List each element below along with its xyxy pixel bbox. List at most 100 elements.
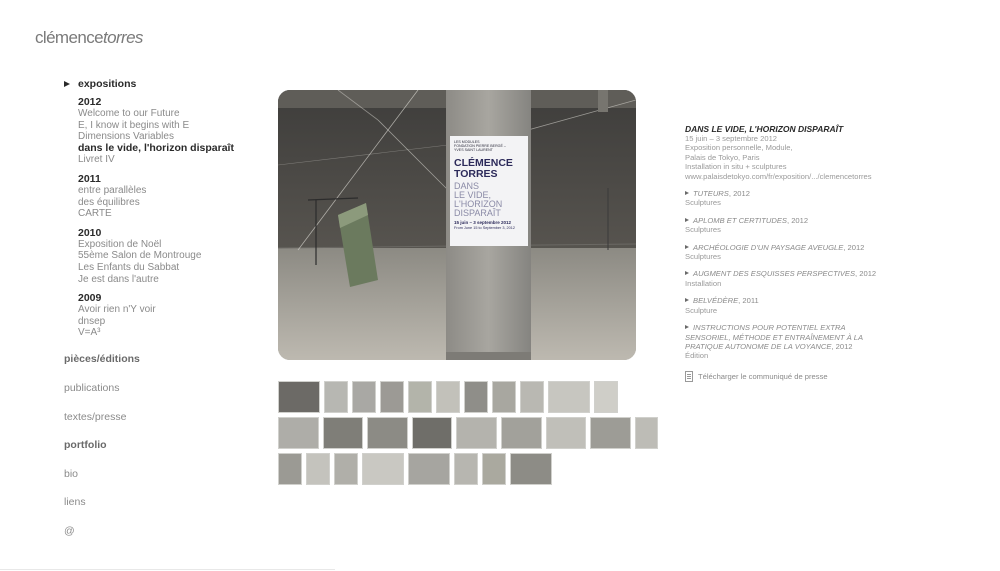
work-title: BELVÉDÈRE, 2011	[685, 296, 890, 305]
work-type: Sculptures	[685, 225, 721, 235]
thumbnail[interactable]	[334, 453, 358, 485]
download-press-release[interactable]: Télécharger le communiqué de presse	[685, 370, 890, 382]
exhibition-link[interactable]: entre parallèles	[78, 185, 264, 197]
menu-item[interactable]: publications	[64, 382, 119, 394]
year-list: 2012 Welcome to our Future E, I know it be…	[78, 96, 264, 339]
exhibition-info: 15 juin – 3 septembre 2012 Exposition per…	[685, 134, 890, 181]
work-name: ARCHÉOLOGIE D'UN PAYSAGE AVEUGLE	[693, 242, 844, 252]
info-line: Installation in situ + sculptures	[685, 162, 787, 172]
works-list: TUTEURS, 2012 Sculptures APLOMB ET CERTITU…	[685, 189, 890, 361]
work-item[interactable]: ARCHÉOLOGIE D'UN PAYSAGE AVEUGLE, 2012 Sc…	[685, 243, 890, 262]
triangle-right-icon	[685, 325, 689, 330]
exhibition-poster: LES MODULES FONDATION PIERRE BERGÉ – YVE…	[454, 140, 515, 231]
thumbnail[interactable]	[352, 381, 376, 413]
year-block-2010: 2010 Exposition de Noël 55ème Salon de Mon…	[78, 227, 264, 285]
thumbnail[interactable]	[408, 381, 432, 413]
exhibition-link[interactable]: V=A³	[78, 327, 264, 339]
work-year: , 2012	[786, 215, 809, 225]
exhibition-nav: expositions 2012 Welcome to our Future E, …	[64, 77, 264, 346]
menu-item[interactable]: portfolio	[64, 439, 107, 451]
year-heading: 2010	[78, 226, 102, 239]
work-name: BELVÉDÈRE	[693, 296, 739, 306]
thumbnail[interactable]	[324, 381, 348, 413]
exhibition-link[interactable]: E, I know it begins with E	[78, 120, 264, 132]
thumbnail[interactable]	[492, 381, 516, 413]
site-logo[interactable]: clémencetorres	[35, 28, 143, 48]
year-block-2012: 2012 Welcome to our Future E, I know it be…	[78, 96, 264, 166]
thumbnail[interactable]	[367, 417, 408, 449]
work-type: Installation	[685, 278, 722, 288]
footer-divider	[0, 569, 335, 570]
year-block-2011: 2011 entre parallèles des équilibres CARTE	[78, 173, 264, 220]
exhibition-link[interactable]: dans le vide, l'horizon disparaît	[78, 142, 264, 155]
thumbnail[interactable]	[548, 381, 590, 413]
work-year: , 2012	[728, 189, 750, 199]
menu-item[interactable]: textes/presse	[64, 411, 126, 423]
menu-item[interactable]: pièces/éditions	[64, 353, 140, 365]
exhibition-link[interactable]: CARTE	[78, 208, 264, 220]
thumbnail[interactable]	[500, 417, 542, 449]
exhibition-link[interactable]: Exposition de Noël	[78, 239, 264, 251]
exhibition-link[interactable]: Je est dans l'autre	[78, 274, 264, 286]
exhibition-link[interactable]: Avoir rien n'Y voir	[78, 304, 264, 316]
triangle-right-icon	[685, 271, 689, 276]
thumbnail[interactable]	[510, 453, 552, 485]
exhibition-link[interactable]: 55ème Salon de Montrouge	[78, 250, 264, 262]
work-item[interactable]: AUGMENT DES ESQUISSES PERSPECTIVES, 2012…	[685, 269, 890, 288]
work-title: AUGMENT DES ESQUISSES PERSPECTIVES, 2012	[685, 269, 890, 278]
year-heading: 2009	[78, 292, 102, 305]
thumbnail[interactable]	[634, 417, 658, 449]
menu-item[interactable]: bio	[64, 468, 78, 480]
year-heading: 2012	[78, 96, 102, 108]
thumbnail[interactable]	[278, 453, 302, 485]
exhibition-title: DANS LE VIDE, L'HORIZON DISPARAÎT	[685, 124, 844, 134]
exhibition-details: DANS LE VIDE, L'HORIZON DISPARAÎT 15 jui…	[685, 124, 890, 382]
work-year: , 2011	[738, 296, 759, 306]
thumbnail[interactable]	[520, 381, 544, 413]
exhibition-link[interactable]: Welcome to our Future	[78, 108, 264, 120]
work-title: INSTRUCTIONS POUR POTENTIEL EXTRA SENSOR…	[685, 323, 890, 351]
work-name: TUTEURS	[693, 189, 729, 199]
work-type: Sculptures	[685, 198, 721, 208]
exhibition-link[interactable]: des équilibres	[78, 197, 264, 209]
thumbnail[interactable]	[545, 417, 587, 449]
thumbnail[interactable]	[408, 453, 450, 485]
thumbnail[interactable]	[278, 381, 320, 413]
work-title: ARCHÉOLOGIE D'UN PAYSAGE AVEUGLE, 2012	[685, 243, 890, 252]
triangle-right-icon	[685, 217, 689, 222]
thumbnail[interactable]	[454, 453, 478, 485]
thumbnail[interactable]	[456, 417, 497, 449]
nav-section-expositions[interactable]: expositions	[64, 77, 264, 91]
thumbnail[interactable]	[464, 381, 488, 413]
exhibition-photo[interactable]: LES MODULES FONDATION PIERRE BERGÉ – YVE…	[278, 90, 636, 360]
work-type: Sculpture	[685, 305, 718, 315]
work-item[interactable]: INSTRUCTIONS POUR POTENTIEL EXTRA SENSOR…	[685, 323, 890, 361]
triangle-right-icon	[685, 298, 689, 303]
exhibition-link[interactable]: Les Enfants du Sabbat	[78, 262, 264, 274]
thumbnail[interactable]	[278, 417, 319, 449]
info-line: Palais de Tokyo, Paris	[685, 152, 760, 162]
thumbnail[interactable]	[362, 453, 404, 485]
exhibition-link[interactable]: dnsep	[78, 316, 264, 328]
work-item[interactable]: TUTEURS, 2012 Sculptures	[685, 189, 890, 208]
triangle-right-icon	[685, 244, 689, 249]
thumbnail[interactable]	[594, 381, 618, 413]
work-item[interactable]: APLOMB ET CERTITUDES, 2012 Sculptures	[685, 216, 890, 235]
exhibition-link[interactable]: Livret IV	[78, 154, 264, 166]
work-title: APLOMB ET CERTITUDES, 2012	[685, 216, 890, 225]
work-item[interactable]: BELVÉDÈRE, 2011 Sculpture	[685, 296, 890, 315]
menu-item[interactable]: @	[64, 525, 75, 537]
thumbnail[interactable]	[306, 453, 330, 485]
menu-item[interactable]: liens	[64, 496, 86, 508]
info-line[interactable]: www.palaisdetokyo.com/fr/exposition/.../…	[685, 172, 890, 181]
thumbnail[interactable]	[380, 381, 404, 413]
work-name: APLOMB ET CERTITUDES	[693, 215, 787, 225]
info-line: Exposition personnelle, Module,	[685, 143, 793, 153]
thumbnail[interactable]	[436, 381, 460, 413]
thumbnail[interactable]	[411, 417, 453, 449]
year-heading: 2011	[78, 172, 101, 185]
thumbnail[interactable]	[482, 453, 506, 485]
work-type: Sculptures	[685, 252, 721, 262]
thumbnail[interactable]	[322, 417, 364, 449]
thumbnail[interactable]	[590, 417, 631, 449]
